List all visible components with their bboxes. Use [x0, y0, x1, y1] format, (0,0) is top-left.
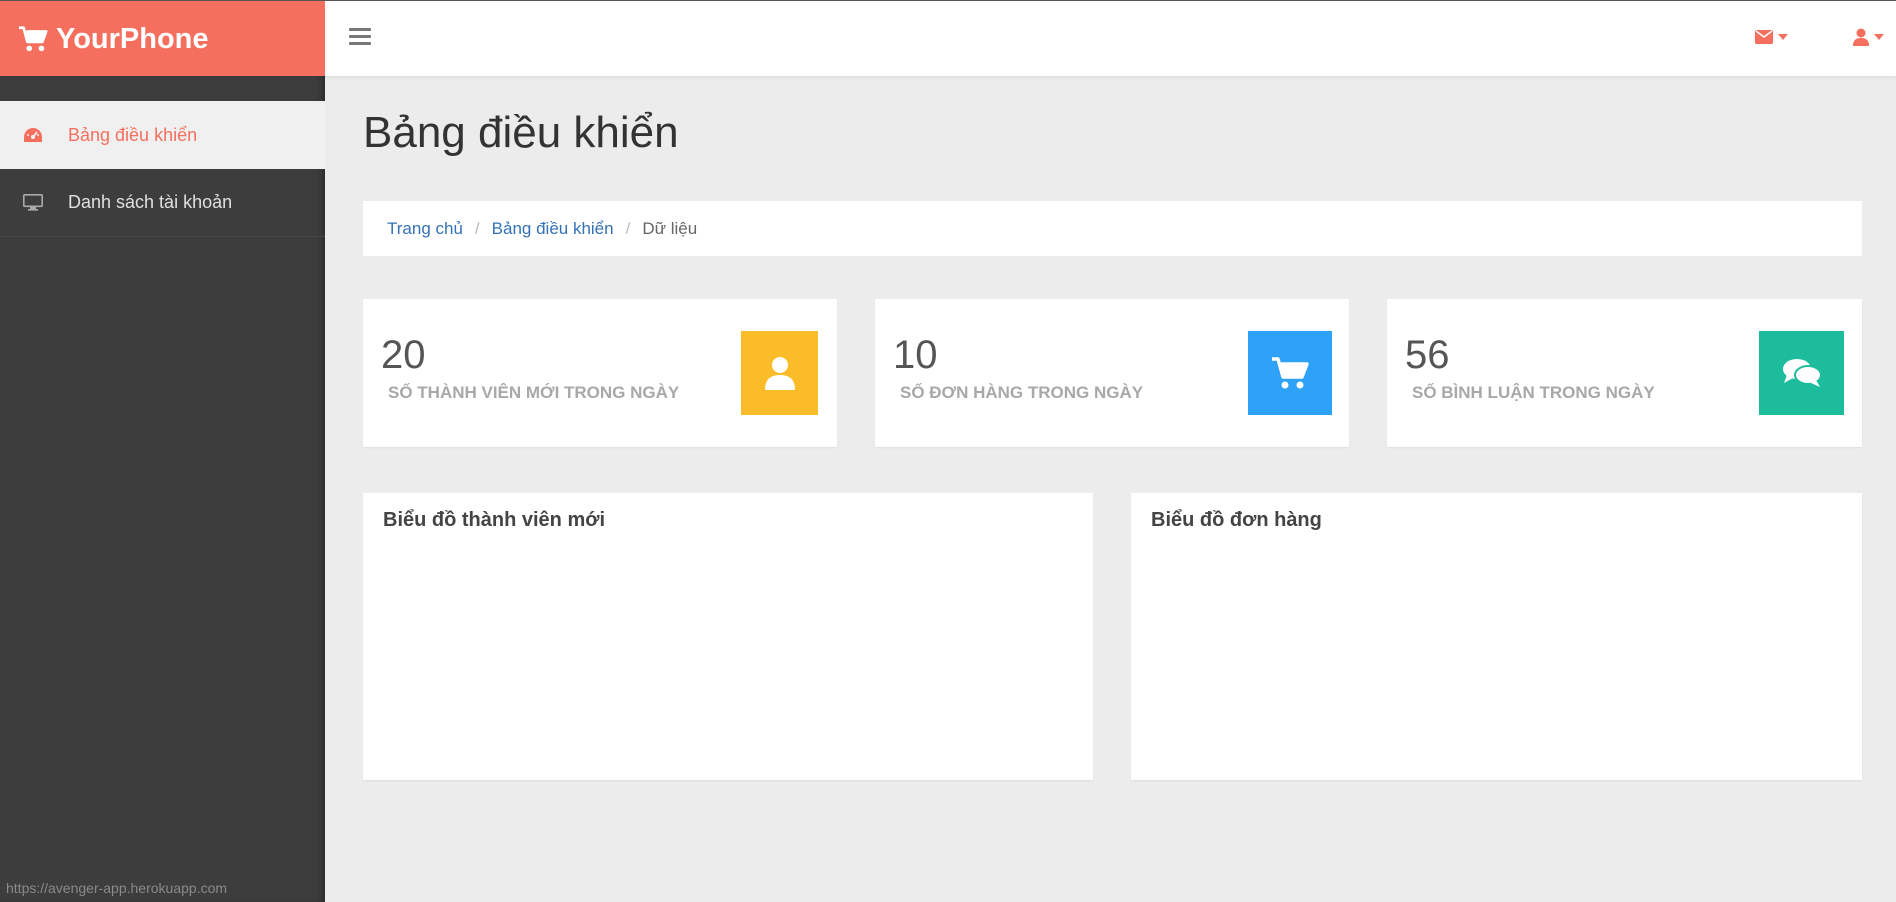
stat-card-comments: 56 SỐ BÌNH LUẬN TRONG NGÀY: [1387, 299, 1862, 447]
stat-value: 56: [1405, 333, 1450, 377]
page-title: Bảng điều khiển: [363, 108, 679, 157]
panel-title: Biểu đồ đơn hàng: [1151, 509, 1322, 531]
breadcrumb-separator: /: [625, 218, 631, 238]
stat-icon-box: [741, 331, 818, 415]
brand-logo[interactable]: YourPhone: [0, 1, 325, 77]
stat-card-new-members: 20 SỐ THÀNH VIÊN MỚI TRONG NGÀY: [363, 299, 837, 447]
messages-dropdown[interactable]: [1755, 30, 1788, 44]
sidebar-item-dashboard[interactable]: Bảng điều khiển: [0, 101, 325, 169]
sidebar: Bảng điều khiển Danh sách tài khoản http…: [0, 76, 325, 902]
shopping-cart-icon: [1272, 357, 1309, 389]
breadcrumb-current: Dữ liệu: [642, 218, 698, 238]
desktop-icon: [22, 194, 44, 212]
envelope-icon: [1755, 30, 1773, 44]
sidebar-item-accounts[interactable]: Danh sách tài khoản: [0, 169, 325, 237]
stat-icon-box: [1759, 331, 1844, 415]
hamburger-icon[interactable]: [349, 28, 371, 46]
status-bar-url: https://avenger-app.herokuapp.com: [6, 880, 228, 896]
stat-label: SỐ ĐƠN HÀNG TRONG NGÀY: [900, 383, 1144, 402]
shopping-cart-icon: [18, 26, 48, 52]
stat-value: 10: [893, 333, 938, 377]
stat-icon-box: [1248, 331, 1332, 415]
chart-panel-orders: Biểu đồ đơn hàng: [1131, 493, 1862, 780]
user-dropdown[interactable]: [1853, 28, 1884, 46]
user-icon: [764, 357, 795, 390]
stat-label: SỐ BÌNH LUẬN TRONG NGÀY: [1412, 383, 1655, 402]
stat-label: SỐ THÀNH VIÊN MỚI TRONG NGÀY: [388, 383, 680, 402]
brand-name: YourPhone: [56, 22, 209, 55]
dashboard-icon: [22, 126, 44, 144]
comments-icon: [1782, 359, 1822, 387]
chevron-down-icon: [1874, 34, 1884, 40]
breadcrumb-home[interactable]: Trang chủ: [387, 219, 463, 239]
stat-value: 20: [381, 333, 426, 377]
top-navbar: YourPhone: [0, 0, 1896, 77]
sidebar-item-label: Bảng điều khiển: [68, 124, 198, 145]
chevron-down-icon: [1778, 34, 1788, 40]
breadcrumb: Trang chủ / Bảng điều khiển / Dữ liệu: [363, 201, 1862, 256]
panel-title: Biểu đồ thành viên mới: [383, 509, 606, 531]
breadcrumb-separator: /: [474, 218, 480, 238]
sidebar-item-label: Danh sách tài khoản: [68, 192, 233, 212]
stat-card-orders: 10 SỐ ĐƠN HÀNG TRONG NGÀY: [875, 299, 1349, 447]
user-icon: [1853, 28, 1869, 46]
breadcrumb-dashboard[interactable]: Bảng điều khiển: [492, 219, 614, 239]
chart-panel-new-members: Biểu đồ thành viên mới: [363, 493, 1093, 780]
